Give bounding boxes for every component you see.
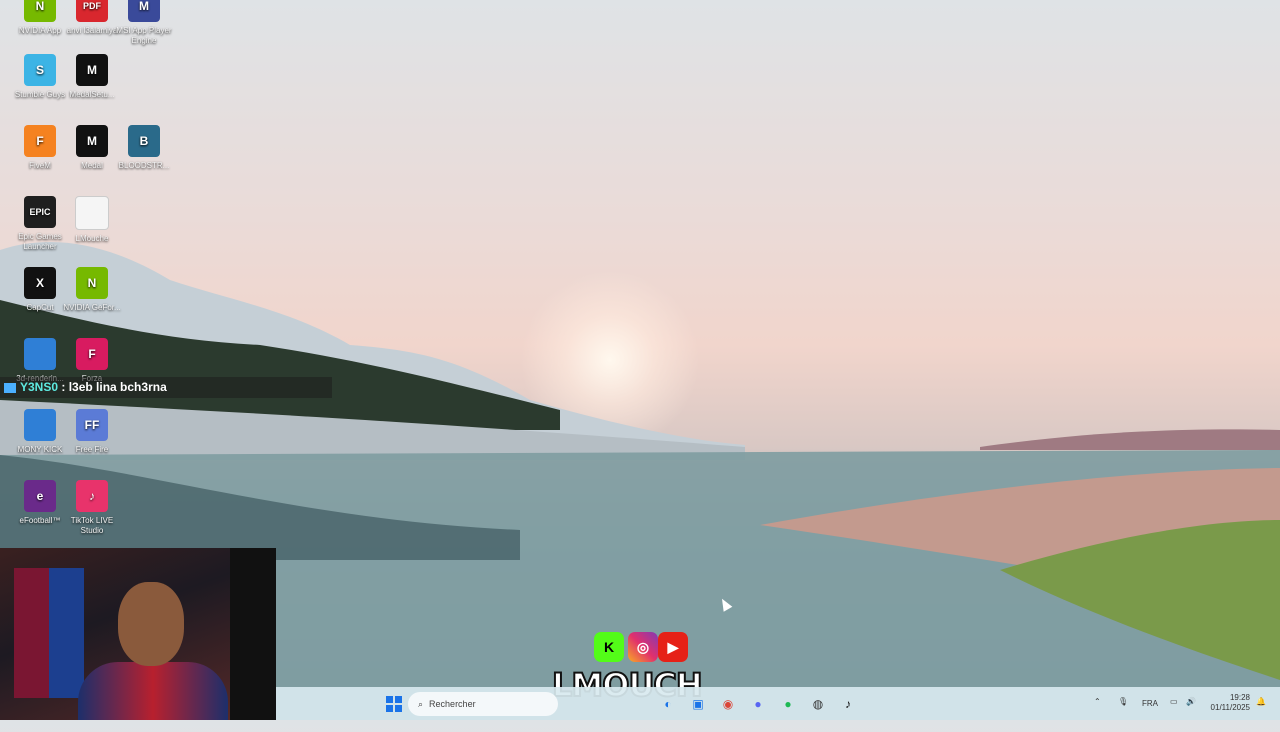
mic-status[interactable]: 🎙 (1118, 697, 1128, 730)
taskbar-app-obs[interactable]: ◍ (808, 694, 828, 714)
taskbar: ⌕ Rechercher ◐ ▣ ◉ ● ● ◍ ♪ ⌃ 🎙 FRA ▭ 🔊 19… (276, 687, 1280, 720)
taskbar-app-chrome[interactable]: ◉ (718, 694, 738, 714)
bell-icon: 🔔 (1256, 697, 1266, 706)
network-icon: ▭ (1170, 697, 1178, 706)
clock-time: 19:28 (1229, 693, 1250, 702)
notifications-button[interactable]: 🔔 (1256, 697, 1266, 730)
chat-message-text: l3eb lina bch3rna (68, 380, 167, 394)
taskbar-app-spotify[interactable]: ● (778, 694, 798, 714)
desktop-icon-medal-setup[interactable]: M MedalSetu... (62, 54, 122, 100)
store-icon: ▣ (692, 697, 704, 711)
hanging-jersey (14, 568, 84, 698)
desktop-icon-epic-games[interactable]: EPIC Epic Games Launcher (10, 196, 70, 252)
chat-username: Y3NS0 (20, 380, 59, 394)
discord-icon: ● (754, 697, 762, 711)
search-placeholder: Rechercher (429, 699, 476, 709)
obs-icon: ◍ (812, 697, 824, 711)
youtube-icon: ▶ (658, 632, 688, 662)
speaker-icon: 🔊 (1186, 697, 1196, 706)
search-icon: ⌕ (418, 699, 424, 709)
chrome-icon: ◉ (722, 697, 734, 711)
show-hidden-icons[interactable]: ⌃ (1094, 697, 1101, 730)
desktop-icon-tiktok-live-studio[interactable]: ♪ TikTok LIVE Studio (62, 480, 122, 536)
chat-separator: : (58, 380, 69, 394)
webcam-overlay (0, 548, 276, 720)
desktop-icon-bloodstrike[interactable]: B BLOODSTR... (114, 125, 174, 171)
desktop-icon-stumble-guys[interactable]: S Stumble Guys (10, 54, 70, 100)
desktop-icon-mony-kick[interactable]: MONY KICK (10, 409, 70, 455)
edge-icon: ◐ (664, 697, 672, 711)
taskbar-app-edge[interactable]: ◐ (658, 694, 678, 714)
streamer-shirt (78, 662, 228, 720)
desktop-icons: N NVIDIA App PDF anvi l3alamiya M MSI App P… (0, 0, 180, 540)
desktop-icon-nvidia-app[interactable]: N NVIDIA App (10, 0, 70, 36)
desktop-icon-capcut[interactable]: X CapCut (10, 267, 70, 313)
desktop-icon-efootball[interactable]: e eFootball™ (10, 480, 70, 526)
desktop-icon-lmouche-file[interactable]: LMouche (62, 196, 122, 244)
chat-platform-icon (4, 382, 16, 393)
taskbar-app-store[interactable]: ▣ (688, 694, 708, 714)
stream-chat-message: Y3NS0 : l3eb lina bch3rna (0, 377, 332, 398)
microphone-icon: 🎙 (1118, 697, 1129, 706)
start-button[interactable] (384, 694, 404, 714)
taskbar-search[interactable]: ⌕ Rechercher (408, 692, 558, 716)
kick-icon: K (594, 632, 624, 662)
tiktok-icon: ♪ (845, 697, 851, 711)
language-indicator[interactable]: FRA (1142, 699, 1158, 732)
clock[interactable]: 19:28 01/11/2025 (1206, 693, 1250, 726)
desktop-icon-free-fire[interactable]: FF Free Fire (62, 409, 122, 455)
taskbar-app-discord[interactable]: ● (748, 694, 768, 714)
chevron-up-icon: ⌃ (1094, 697, 1101, 706)
desktop-icon-pdf[interactable]: PDF anvi l3alamiya (62, 0, 122, 36)
desktop-icon-medal[interactable]: M Medal (62, 125, 122, 171)
taskbar-app-tiktok[interactable]: ♪ (838, 694, 858, 714)
windows-icon (386, 696, 402, 712)
clock-date: 01/11/2025 (1210, 703, 1250, 712)
volume-control[interactable]: 🔊 (1186, 697, 1196, 730)
streamer-face (118, 582, 184, 666)
spotify-icon: ● (784, 697, 792, 711)
desktop-icon-nvidia-geforce[interactable]: N NVIDIA GeFor... (62, 267, 122, 313)
network-status[interactable]: ▭ (1170, 697, 1178, 730)
instagram-icon: ◎ (628, 632, 658, 662)
background-banner (230, 548, 276, 720)
desktop-icon-msi-app-player[interactable]: M MSI App Player Engine (114, 0, 174, 46)
desktop-icon-fivem[interactable]: F FiveM (10, 125, 70, 171)
